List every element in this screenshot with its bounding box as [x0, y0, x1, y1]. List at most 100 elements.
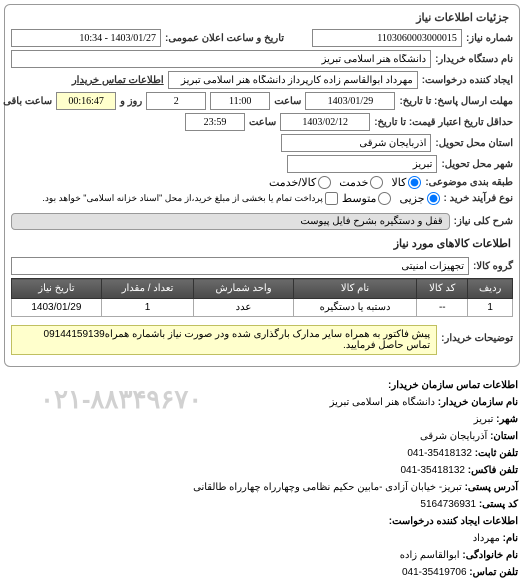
input-requester[interactable]	[168, 71, 418, 89]
row-valid-until: حداقل تاریخ اعتبار قیمت: تا تاریخ: ساعت	[11, 113, 513, 131]
th-row: ردیف	[468, 279, 513, 299]
th-name: نام کالا	[293, 279, 417, 299]
radio-goods-input[interactable]	[408, 176, 421, 189]
label-province: استان محل تحویل:	[435, 138, 513, 149]
label-buyer-note: توضیحات خریدار:	[441, 333, 513, 344]
buyer-note: پیش فاکتور به همراه سایر مدارک بارگذاری …	[11, 325, 437, 355]
category-radio-group: کالا خدمت کالا/خدمت	[269, 176, 421, 189]
checkbox-treasury-input[interactable]	[325, 192, 338, 205]
label-announce-dt: تاریخ و ساعت اعلان عمومی:	[165, 33, 284, 44]
cell-date: 1403/01/29	[12, 299, 102, 317]
val-fax: 35418132-041	[400, 465, 465, 476]
input-announce-dt[interactable]	[11, 29, 161, 47]
row-city: شهر محل تحویل:	[11, 155, 513, 173]
details-panel: جزئیات اطلاعات نیاز شماره نیاز: تاریخ و …	[4, 4, 520, 367]
label-contact-province: استان:	[490, 431, 518, 442]
val-address: تبریز- خیابان آزادی -مابین حکیم نظامی وچ…	[193, 482, 462, 493]
val-org: دانشگاه هنر اسلامی تبریز	[330, 397, 435, 408]
input-valid-date[interactable]	[280, 113, 370, 131]
label-time-2: ساعت	[249, 117, 276, 128]
label-title: شرح کلی نیاز:	[454, 216, 513, 227]
input-req-no[interactable]	[312, 29, 462, 47]
input-resp-time[interactable]	[210, 92, 270, 110]
val-lname: ابوالقاسم زاده	[400, 550, 460, 561]
requester-section-title: اطلاعات ایجاد کننده درخواست:	[6, 514, 518, 530]
input-valid-time[interactable]	[185, 113, 245, 131]
label-phone: تلفن ثابت:	[475, 448, 518, 459]
row-requester: ایجاد کننده درخواست: اطلاعات تماس خریدار	[11, 71, 513, 89]
input-province[interactable]	[281, 134, 431, 152]
goods-section-header: اطلاعات کالاهای مورد نیاز	[11, 233, 513, 254]
cell-unit: عدد	[194, 299, 294, 317]
input-goods-group[interactable]	[11, 257, 469, 275]
cell-row: 1	[468, 299, 513, 317]
label-proc-type: نوع فرآیند خرید :	[444, 193, 513, 204]
label-remain: ساعت باقی مانده	[0, 96, 52, 107]
radio-goods[interactable]: کالا	[391, 176, 421, 189]
label-fname: نام:	[503, 533, 518, 544]
input-buyer-org[interactable]	[11, 50, 431, 68]
radio-service-input[interactable]	[370, 176, 383, 189]
radio-goods-label: کالا	[391, 176, 406, 189]
table-row[interactable]: 1 -- دستبه یا دستگیره عدد 1 1403/01/29	[12, 299, 513, 317]
radio-minor-label: جزیی	[399, 192, 424, 205]
label-contact-city: شهر:	[496, 414, 518, 425]
label-org: نام سازمان خریدار:	[438, 397, 518, 408]
row-title: شرح کلی نیاز: قفل و دستگیره بشرح فایل پی…	[11, 213, 513, 230]
cell-code: --	[417, 299, 468, 317]
label-category: طبقه بندی موضوعی:	[425, 177, 513, 188]
label-valid-until: حداقل تاریخ اعتبار قیمت: تا تاریخ:	[374, 117, 513, 128]
contact-block: ۰۲۱-۸۸۳۴۹۶۷۰ اطلاعات تماس سازمان خریدار:…	[0, 371, 524, 588]
proc-radio-group: جزیی متوسط	[342, 192, 440, 205]
cell-qty: 1	[101, 299, 193, 317]
val-contact-city: تبریز	[474, 414, 494, 425]
th-code: کد کالا	[417, 279, 468, 299]
th-unit: واحد شمارش	[194, 279, 294, 299]
label-time-1: ساعت	[274, 96, 301, 107]
radio-service-label: خدمت	[339, 176, 368, 189]
row-request-number: شماره نیاز: تاریخ و ساعت اعلان عمومی:	[11, 29, 513, 47]
row-goods-group: گروه کالا:	[11, 257, 513, 275]
row-buyer-org: نام دستگاه خریدار:	[11, 50, 513, 68]
val-postal: 5164736931	[420, 499, 476, 510]
label-lname: نام خانوادگی:	[462, 550, 518, 561]
input-city[interactable]	[287, 155, 437, 173]
radio-medium-input[interactable]	[378, 192, 391, 205]
input-remain-days	[146, 92, 206, 110]
radio-goods-service[interactable]: کالا/خدمت	[269, 176, 331, 189]
input-remain-time	[56, 92, 116, 110]
label-postal: کد پستی:	[479, 499, 518, 510]
radio-medium-label: متوسط	[342, 192, 377, 205]
panel-title: جزئیات اطلاعات نیاز	[11, 9, 513, 26]
val-fname: مهرداد	[473, 533, 500, 544]
need-title: قفل و دستگیره بشرح فایل پیوست	[11, 213, 450, 230]
label-requester: ایجاد کننده درخواست:	[422, 75, 513, 86]
row-buyer-note: توضیحات خریدار: پیش فاکتور به همراه سایر…	[11, 321, 513, 355]
label-req-no: شماره نیاز:	[466, 33, 513, 44]
label-goods-group: گروه کالا:	[473, 261, 513, 272]
row-proc-type: نوع فرآیند خرید : جزیی متوسط پرداخت تمام…	[11, 192, 513, 205]
val-tel: 35419706-041	[402, 567, 467, 578]
label-address: آدرس پستی:	[465, 482, 518, 493]
link-buyer-contact[interactable]: اطلاعات تماس خریدار	[72, 75, 164, 86]
label-fax: تلفن فاکس:	[468, 465, 518, 476]
label-buyer-org: نام دستگاه خریدار:	[435, 54, 513, 65]
radio-goods-service-label: کالا/خدمت	[269, 176, 316, 189]
label-tel: تلفن تماس:	[469, 567, 518, 578]
label-resp-deadline: مهلت ارسال پاسخ: تا تاریخ:	[399, 96, 513, 107]
checkbox-treasury[interactable]: پرداخت تمام یا بخشی از مبلغ خرید،از محل …	[42, 192, 337, 205]
checkbox-treasury-label: پرداخت تمام یا بخشی از مبلغ خرید،از محل …	[42, 193, 322, 204]
row-category: طبقه بندی موضوعی: کالا خدمت کالا/خدمت	[11, 176, 513, 189]
radio-goods-service-input[interactable]	[318, 176, 331, 189]
input-resp-date[interactable]	[305, 92, 395, 110]
radio-medium[interactable]: متوسط	[342, 192, 392, 205]
row-province: استان محل تحویل:	[11, 134, 513, 152]
th-date: تاریخ نیاز	[12, 279, 102, 299]
radio-minor-input[interactable]	[427, 192, 440, 205]
label-day-and: روز و	[120, 96, 142, 107]
radio-minor[interactable]: جزیی	[399, 192, 439, 205]
label-city: شهر محل تحویل:	[441, 159, 513, 170]
th-qty: تعداد / مقدار	[101, 279, 193, 299]
val-phone: 35418132-041	[407, 448, 472, 459]
radio-service[interactable]: خدمت	[339, 176, 383, 189]
